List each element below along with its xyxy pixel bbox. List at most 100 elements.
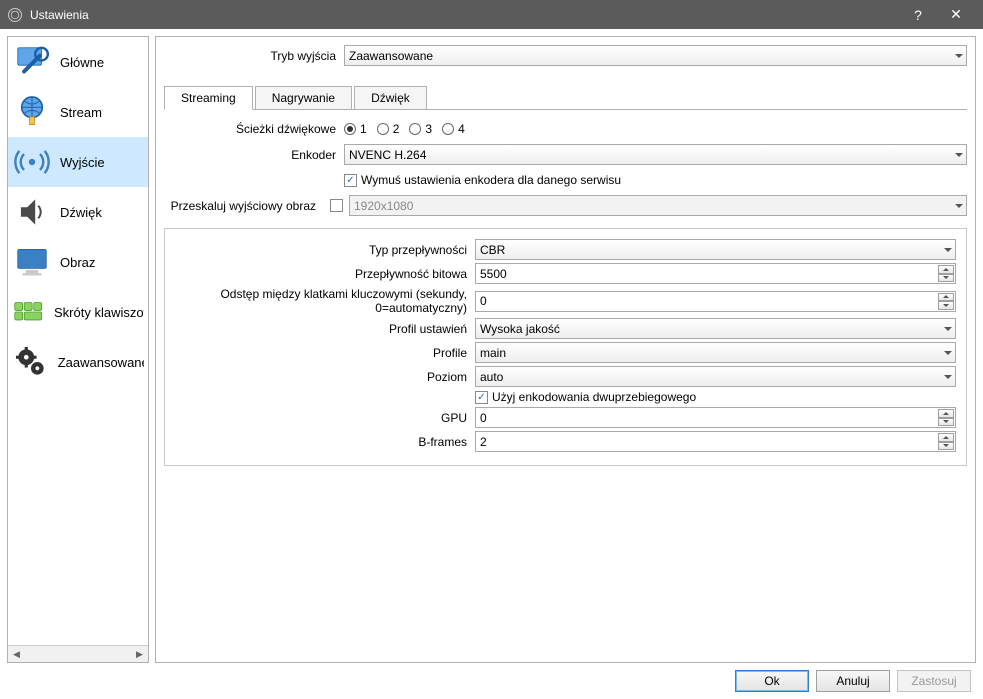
chevron-down-icon [944,248,952,252]
keyboard-icon [10,290,48,334]
tab-audio[interactable]: Dźwięk [354,86,427,109]
audio-track-1[interactable]: 1 [344,122,367,136]
tabs: Streaming Nagrywanie Dźwięk [164,86,967,110]
preset-select[interactable]: Wysoka jakość [475,318,956,339]
keyint-spinner[interactable]: 0 [475,291,956,312]
encoder-value: NVENC H.264 [349,148,426,162]
dialog-footer: Ok Anuluj Zastosuj [0,663,983,699]
rate-control-select[interactable]: CBR [475,239,956,260]
bitrate-value: 5500 [480,267,507,281]
tab-streaming[interactable]: Streaming [164,86,253,110]
button-label: Ok [764,674,779,688]
rescale-value: 1920x1080 [354,199,413,213]
preset-label: Profil ustawień [175,322,475,336]
radio-label: 3 [425,122,432,136]
output-mode-label: Tryb wyjścia [164,49,344,63]
titlebar: ◯ Ustawienia ? ✕ [0,0,983,29]
keyint-row: Odstęp między klatkami kluczowymi (sekun… [175,287,956,315]
sidebar-item-advanced[interactable]: Zaawansowane [8,337,148,387]
bframes-spinner[interactable]: 2 [475,431,956,452]
radio-label: 2 [393,122,400,136]
spin-up[interactable] [938,265,954,274]
audio-track-2[interactable]: 2 [377,122,400,136]
audio-track-3[interactable]: 3 [409,122,432,136]
scroll-right-button[interactable]: ▶ [131,646,148,662]
spin-buttons[interactable] [938,293,954,310]
scroll-left-button[interactable]: ◀ [8,646,25,662]
bitrate-spinner[interactable]: 5500 [475,263,956,284]
spin-up[interactable] [938,293,954,302]
streaming-tab-body: Ścieżki dźwiękowe 1 2 3 4 Enkoder NVENC … [164,110,967,466]
encoder-row: Enkoder NVENC H.264 [164,144,967,165]
sidebar-scrollbar[interactable]: ◀ ▶ [8,645,148,662]
monitor-icon [10,240,54,284]
scroll-track[interactable] [25,646,131,662]
sidebar-item-label: Dźwięk [60,205,102,220]
tab-label: Dźwięk [371,91,410,105]
sidebar-item-stream[interactable]: Stream [8,87,148,137]
audio-tracks-group: 1 2 3 4 [344,122,465,136]
enforce-checkbox[interactable]: ✓ Wymuś ustawienia enkodera dla danego s… [344,173,621,187]
twopass-row: ✓ Użyj enkodowania dwuprzebiegowego [175,390,956,404]
profile-select[interactable]: main [475,342,956,363]
bframes-row: B-frames 2 [175,431,956,452]
radio-icon [409,123,421,135]
spin-down[interactable] [938,442,954,451]
app-icon: ◯ [8,8,22,22]
sidebar-item-label: Skróty klawiszowe [54,305,144,320]
rate-control-value: CBR [480,243,505,257]
radio-icon [442,123,454,135]
spin-up[interactable] [938,409,954,418]
sidebar-item-hotkeys[interactable]: Skróty klawiszowe [8,287,148,337]
encoder-settings-group: Typ przepływności CBR Przepływność bitow… [164,228,967,466]
speaker-icon [10,190,54,234]
sidebar-item-video[interactable]: Obraz [8,237,148,287]
broadcast-icon [10,140,54,184]
preset-value: Wysoka jakość [480,322,560,336]
close-button[interactable]: ✕ [937,0,975,29]
level-label: Poziom [175,370,475,384]
sidebar-item-label: Stream [60,105,102,120]
spin-down[interactable] [938,301,954,310]
spin-buttons[interactable] [938,433,954,450]
button-label: Zastosuj [911,674,956,688]
ok-button[interactable]: Ok [735,670,809,692]
rescale-select: 1920x1080 [349,195,967,216]
sidebar-item-label: Obraz [60,255,95,270]
tab-recording[interactable]: Nagrywanie [255,86,352,109]
sidebar-items: Główne Stream Wyjście Dźwięk [8,37,148,645]
twopass-label: Użyj enkodowania dwuprzebiegowego [492,390,696,404]
output-mode-select[interactable]: Zaawansowane [344,45,967,66]
checkmark-icon: ✓ [344,174,357,187]
sidebar-item-audio[interactable]: Dźwięk [8,187,148,237]
spin-up[interactable] [938,433,954,442]
sidebar-item-label: Główne [60,55,104,70]
bframes-value: 2 [480,435,487,449]
level-select[interactable]: auto [475,366,956,387]
bframes-label: B-frames [175,435,475,449]
window-title: Ustawienia [30,8,899,22]
gpu-row: GPU 0 [175,407,956,428]
encoder-label: Enkoder [164,148,344,162]
chevron-down-icon [955,153,963,157]
sidebar-item-output[interactable]: Wyjście [8,137,148,187]
sidebar-item-general[interactable]: Główne [8,37,148,87]
rescale-row: Przeskaluj wyjściowy obraz 1920x1080 [164,195,967,216]
cancel-button[interactable]: Anuluj [816,670,890,692]
encoder-select[interactable]: NVENC H.264 [344,144,967,165]
spin-buttons[interactable] [938,265,954,282]
profile-value: main [480,346,506,360]
help-button[interactable]: ? [899,0,937,29]
audio-track-4[interactable]: 4 [442,122,465,136]
spin-buttons[interactable] [938,409,954,426]
spin-down[interactable] [938,418,954,427]
spin-down[interactable] [938,274,954,283]
chevron-down-icon [944,375,952,379]
gear-icon [10,340,52,384]
audio-tracks-row: Ścieżki dźwiękowe 1 2 3 4 [164,122,967,136]
gpu-spinner[interactable]: 0 [475,407,956,428]
rescale-checkbox[interactable] [330,199,343,212]
rescale-label: Przeskaluj wyjściowy obraz [164,199,324,213]
chevron-down-icon [955,204,963,208]
twopass-checkbox[interactable]: ✓ Użyj enkodowania dwuprzebiegowego [475,390,696,404]
